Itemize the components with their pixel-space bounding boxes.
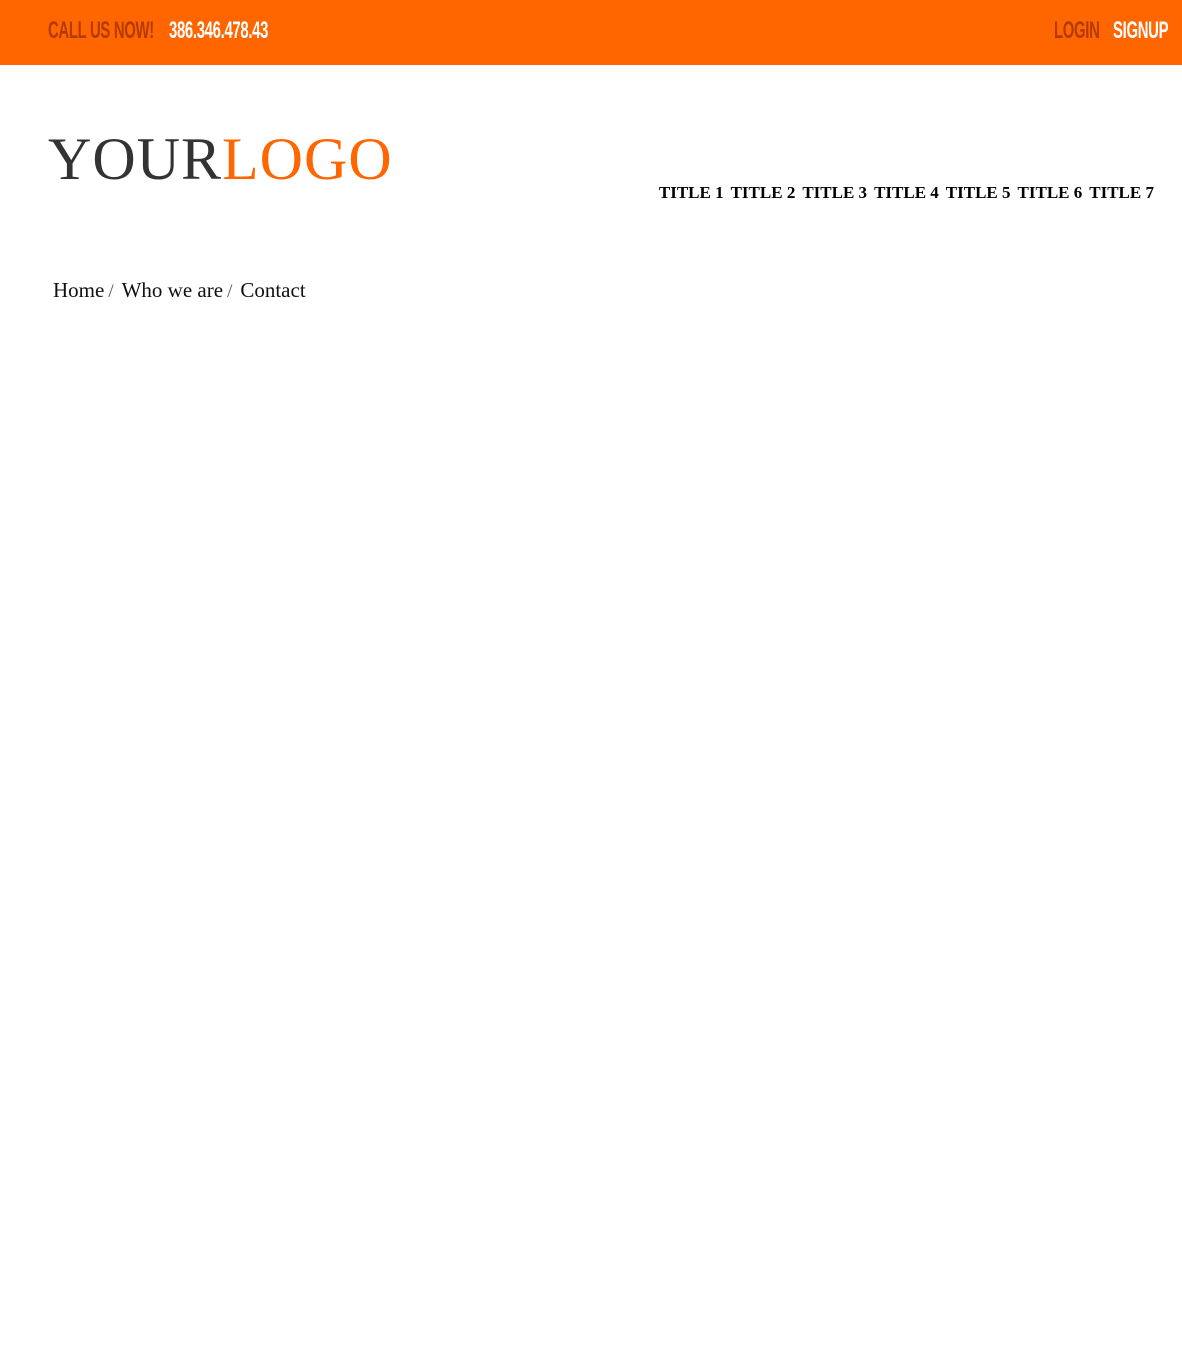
nav-item-title-3[interactable]: TITLE 3 [802, 182, 867, 204]
phone-number[interactable]: 386.346.478.43 [169, 16, 268, 46]
nav-item-title-1[interactable]: TITLE 1 [659, 182, 724, 204]
signup-link[interactable]: SIGNUP [1113, 16, 1168, 46]
site-logo[interactable]: YOURLOGO [48, 124, 393, 194]
breadcrumb-separator: / [227, 281, 233, 302]
breadcrumb-who-we-are[interactable]: Who we are [122, 278, 223, 302]
nav-item-title-6[interactable]: TITLE 6 [1018, 182, 1083, 204]
breadcrumb-home[interactable]: Home [53, 278, 104, 302]
nav-item-title-4[interactable]: TITLE 4 [874, 182, 939, 204]
breadcrumb-contact[interactable]: Contact [240, 278, 305, 302]
nav-item-title-7[interactable]: TITLE 7 [1089, 182, 1154, 204]
nav-item-title-5[interactable]: TITLE 5 [946, 182, 1011, 204]
login-link[interactable]: LOGIN [1054, 16, 1100, 46]
logo-text-your: YOUR [48, 126, 223, 192]
call-us-label: CALL US NOW! [48, 17, 154, 44]
top-bar: CALL US NOW! 386.346.478.43 LOGIN SIGNUP [0, 0, 1182, 65]
breadcrumb-separator: / [108, 281, 114, 302]
logo-text-logo: LOGO [222, 126, 393, 192]
main-nav: TITLE 1 TITLE 2 TITLE 3 TITLE 4 TITLE 5 … [659, 182, 1154, 204]
breadcrumb: Home / Who we are / Contact [53, 277, 306, 305]
nav-item-title-2[interactable]: TITLE 2 [731, 182, 796, 204]
